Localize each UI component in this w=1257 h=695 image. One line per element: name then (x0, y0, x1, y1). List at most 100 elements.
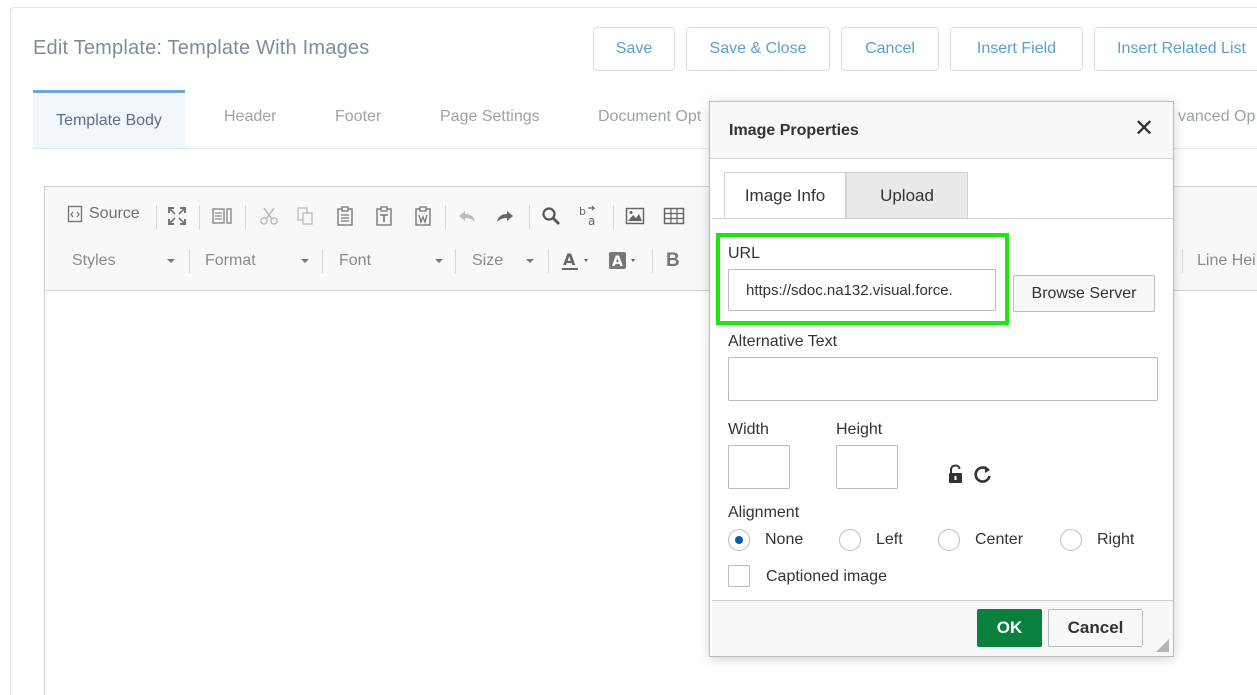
copy-button[interactable] (295, 206, 315, 226)
copy-icon (297, 207, 313, 225)
font-dropdown[interactable]: Font (329, 247, 451, 275)
paste-icon (337, 206, 353, 226)
paste-word-icon (415, 206, 431, 226)
toolbar-separator (322, 249, 323, 273)
alignment-center-label: Center (975, 531, 1024, 548)
ok-button[interactable]: OK (977, 609, 1042, 647)
table-button[interactable] (663, 207, 685, 225)
toolbar-separator (199, 205, 200, 229)
find-icon (542, 207, 560, 225)
background-color-icon: A (609, 252, 635, 270)
paste-text-button[interactable] (374, 205, 394, 227)
paste-word-button[interactable] (413, 205, 433, 227)
alignment-left-radio[interactable] (839, 529, 861, 551)
bold-button[interactable]: B (666, 250, 680, 272)
resize-handle-icon[interactable] (1156, 639, 1169, 652)
format-dropdown[interactable]: Format (195, 247, 317, 275)
undo-button[interactable] (457, 207, 477, 225)
background-color-button[interactable]: A (608, 250, 640, 272)
alignment-right-radio[interactable] (1060, 529, 1082, 551)
maximize-icon (168, 207, 186, 225)
chevron-down-icon (167, 259, 175, 263)
chevron-down-icon (435, 259, 443, 263)
cancel-button[interactable]: Cancel (841, 27, 939, 71)
insert-related-list-button[interactable]: Insert Related List (1094, 27, 1257, 71)
insert-field-button[interactable]: Insert Field (950, 27, 1083, 71)
dialog-cancel-button[interactable]: Cancel (1048, 609, 1143, 647)
table-icon (663, 207, 685, 225)
captioned-image-label: Captioned image (766, 568, 887, 585)
replace-icon: ba (579, 205, 596, 228)
styles-label: Styles (72, 252, 116, 269)
show-blocks-button[interactable] (211, 206, 233, 226)
tab-advanced-options[interactable]: vanced Op (1178, 108, 1255, 126)
size-label: Size (472, 252, 504, 269)
maximize-button[interactable] (167, 206, 187, 226)
line-height-dropdown[interactable]: Line Hei (1197, 247, 1257, 275)
source-button[interactable]: Source (67, 205, 140, 223)
alignment-left-label: Left (876, 531, 903, 548)
page-title: Edit Template: Template With Images (33, 37, 370, 59)
tab-footer[interactable]: Footer (335, 108, 381, 126)
image-icon (625, 207, 645, 225)
undo-icon (459, 211, 475, 222)
save-close-button[interactable]: Save & Close (686, 27, 830, 71)
text-color-button[interactable]: A (561, 250, 593, 272)
dialog-header: Image Properties ✕ (710, 102, 1173, 159)
image-properties-dialog: Image Properties ✕ Image Info Upload URL… (709, 101, 1174, 657)
toolbar-separator (156, 205, 157, 229)
toolbar-separator (1182, 249, 1183, 273)
tab-document-options[interactable]: Document Opt (598, 108, 701, 126)
toolbar-separator (652, 249, 653, 273)
paste-text-icon (376, 206, 392, 226)
cut-icon (260, 207, 278, 225)
replace-button[interactable]: ba (578, 204, 600, 228)
styles-dropdown[interactable]: Styles (53, 247, 183, 275)
height-input[interactable] (836, 445, 898, 489)
toolbar-separator (548, 249, 549, 273)
height-label: Height (836, 421, 883, 438)
toolbar-separator (189, 249, 190, 273)
alternative-text-label: Alternative Text (728, 333, 838, 350)
alignment-label: Alignment (728, 504, 800, 521)
svg-text:A: A (612, 254, 623, 270)
cut-button[interactable] (259, 206, 279, 226)
alignment-none-radio[interactable] (728, 529, 750, 551)
toolbar-separator (445, 205, 446, 229)
tab-page-settings[interactable]: Page Settings (440, 108, 540, 126)
paste-button[interactable] (335, 205, 355, 227)
save-button[interactable]: Save (593, 27, 675, 71)
line-height-label: Line Hei (1197, 252, 1256, 269)
dialog-footer: OK Cancel (712, 600, 1173, 656)
find-button[interactable] (541, 206, 561, 226)
image-button[interactable] (625, 207, 645, 225)
tab-image-info[interactable]: Image Info (724, 172, 846, 219)
dialog-tabs-divider (712, 218, 1173, 219)
tab-header[interactable]: Header (224, 108, 276, 126)
captioned-image-checkbox[interactable] (728, 565, 750, 587)
text-color-icon: A (562, 250, 588, 270)
alignment-center-radio[interactable] (938, 529, 960, 551)
font-label: Font (339, 252, 372, 269)
alignment-right-label: Right (1097, 531, 1135, 548)
lock-ratio-icon[interactable] (947, 464, 965, 484)
tab-template-body[interactable]: Template Body (33, 90, 185, 148)
toolbar-separator (245, 205, 246, 229)
svg-text:A: A (563, 250, 576, 269)
width-input[interactable] (728, 445, 790, 489)
tab-upload[interactable]: Upload (846, 172, 968, 219)
svg-text:b: b (579, 205, 586, 218)
chevron-down-icon (301, 259, 309, 263)
alternative-text-input[interactable] (728, 357, 1158, 401)
size-dropdown[interactable]: Size (462, 247, 542, 275)
close-icon[interactable]: ✕ (1134, 117, 1154, 141)
redo-button[interactable] (495, 207, 515, 225)
svg-text:a: a (588, 214, 595, 228)
browse-server-button[interactable]: Browse Server (1013, 275, 1155, 312)
width-label: Width (728, 421, 769, 438)
toolbar-separator (455, 249, 456, 273)
chevron-down-icon (526, 259, 534, 263)
reset-size-icon[interactable] (973, 464, 993, 484)
show-blocks-icon (212, 208, 232, 224)
redo-icon (497, 211, 513, 222)
